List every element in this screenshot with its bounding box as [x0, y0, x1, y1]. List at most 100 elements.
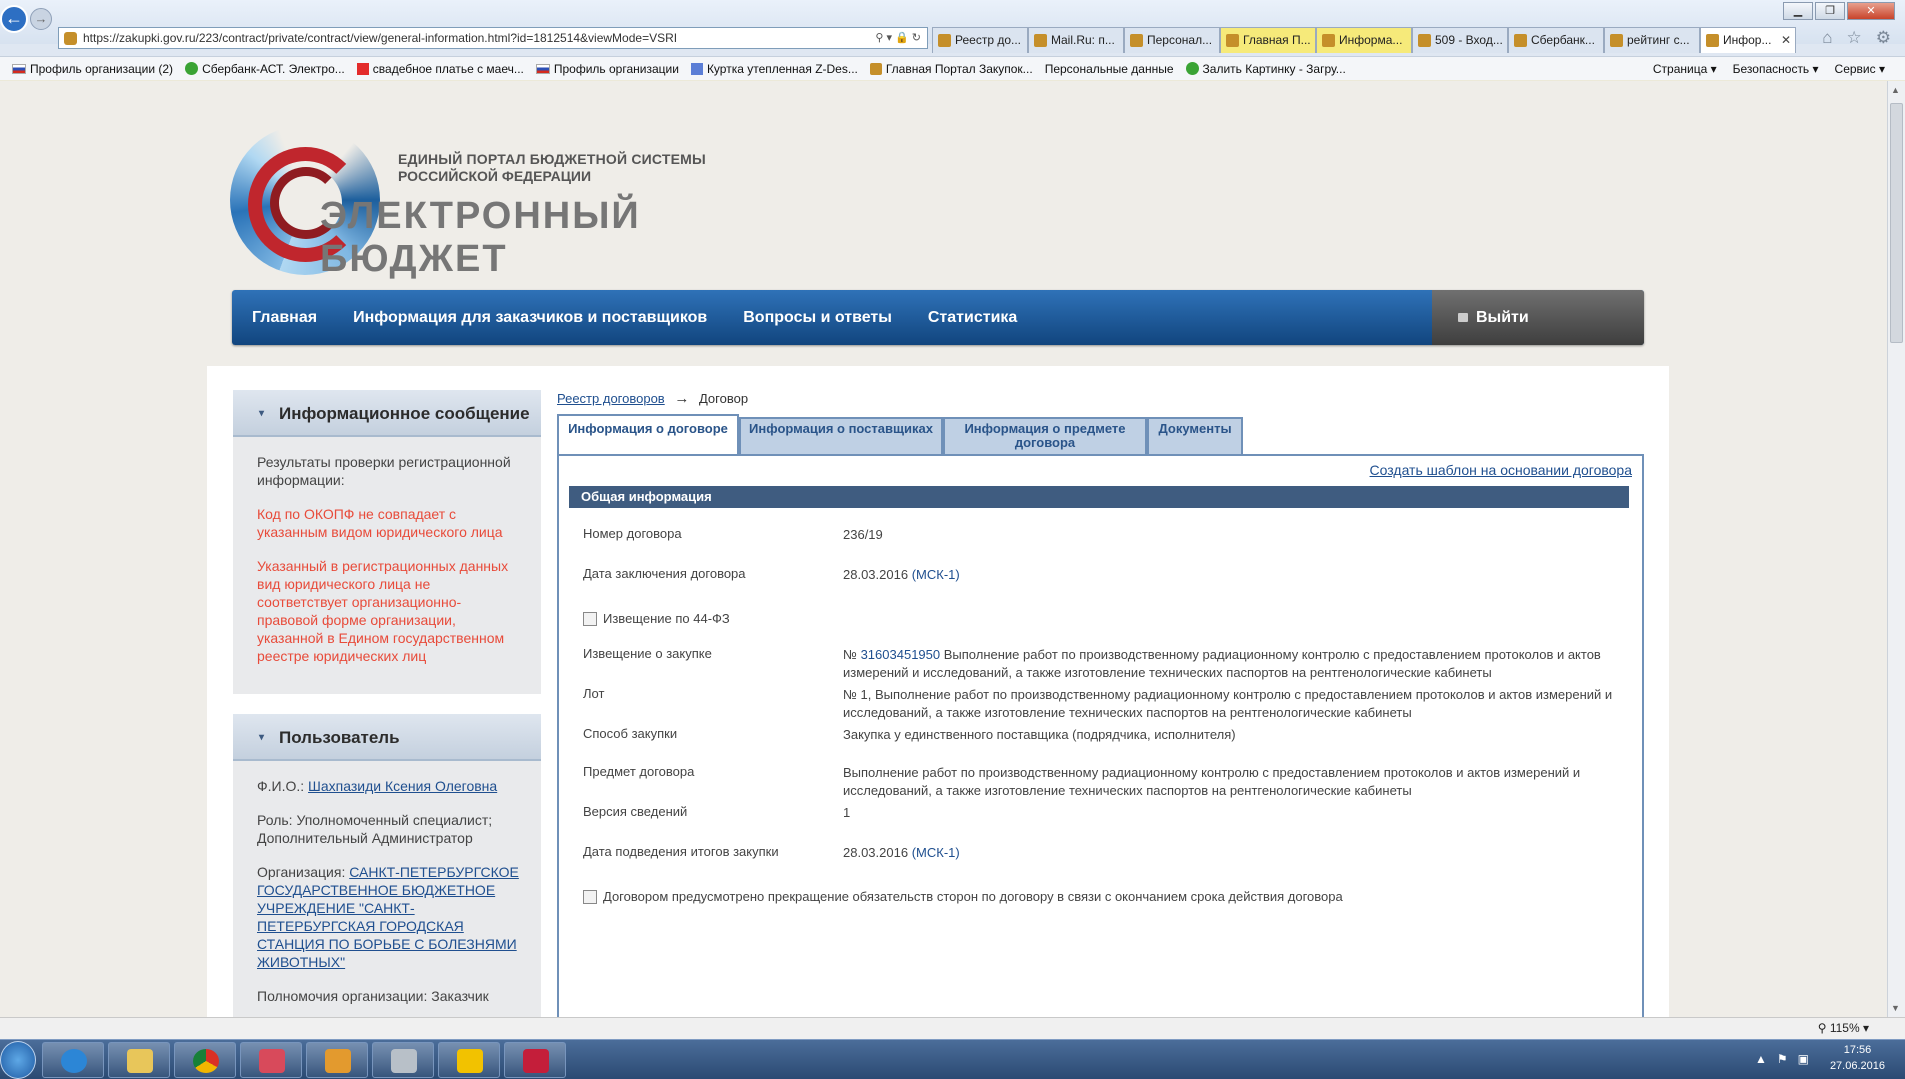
nav-item-info[interactable]: Информация для заказчиков и поставщиков — [353, 309, 707, 327]
restore-icon[interactable]: ❐ — [1815, 2, 1845, 20]
vertical-scrollbar[interactable]: ▲ ▼ — [1887, 81, 1905, 1017]
tab-subject-info[interactable]: Информация о предмете договора — [943, 417, 1147, 454]
taskbar-app-red-icon[interactable] — [240, 1042, 302, 1078]
clock[interactable]: 17:56 27.06.2016 — [1830, 1042, 1885, 1074]
field-label: Предмет договора — [583, 764, 695, 779]
browser-tab-label: рейтинг с... — [1627, 33, 1690, 47]
browser-tab-label: Персонал... — [1147, 33, 1213, 47]
field-value: 236/19 — [843, 527, 883, 542]
system-tray: ▲ ⚑ ▣ — [1755, 1052, 1809, 1066]
breadcrumb-registry-link[interactable]: Реестр договоров — [557, 391, 665, 406]
browser-tab[interactable]: 509 - Вход... — [1412, 27, 1508, 53]
tab-favicon-icon — [1034, 34, 1047, 47]
info-warning-2: Указанный в регистрационных данных вид ю… — [257, 558, 509, 664]
field-label: Лот — [583, 686, 605, 701]
clock-date: 27.06.2016 — [1829, 1060, 1885, 1072]
url-tools-icons[interactable]: ⚲ ▾ 🔒 ↻ — [875, 28, 921, 48]
favorite-link[interactable]: Профиль организации (2) — [12, 62, 173, 76]
minimize-icon[interactable]: ▁ — [1783, 2, 1813, 20]
taskbar-pdf-icon[interactable] — [504, 1042, 566, 1078]
settings-gear-icon[interactable]: ⚙ — [1876, 28, 1891, 48]
field-label: Способ закупки — [583, 726, 678, 741]
tab-documents[interactable]: Документы — [1147, 417, 1243, 454]
notice44-checkbox[interactable] — [583, 611, 597, 626]
site-favicon-icon — [64, 32, 77, 45]
notice-number-link[interactable]: 31603451950 — [861, 647, 941, 662]
zoom-level[interactable]: ⚲ 115% ▾ — [1818, 1021, 1869, 1035]
favorite-sberbank-icon — [185, 62, 199, 75]
browser-tab[interactable]: Информа... — [1316, 27, 1412, 53]
favorite-link[interactable]: Профиль организации — [535, 62, 679, 76]
notice44-checkbox-row: Извещение по 44-ФЗ — [583, 611, 730, 626]
nav-item-home[interactable]: Главная — [252, 309, 317, 327]
browser-tab[interactable]: Сбербанк... — [1508, 27, 1604, 53]
tab-suppliers-info[interactable]: Информация о поставщиках — [739, 417, 943, 454]
portal-logo[interactable]: ЕДИНЫЙ ПОРТАЛ БЮДЖЕТНОЙ СИСТЕМЫ РОССИЙСК… — [230, 125, 790, 280]
result-date-value: 28.03.2016 — [843, 845, 909, 860]
command-menu[interactable]: Сервис ▾ — [1835, 62, 1885, 76]
taskbar-tools-icon[interactable] — [372, 1042, 434, 1078]
logout-button[interactable]: Выйти — [1432, 290, 1644, 345]
contract-panel: Создать шаблон на основании договора Общ… — [557, 454, 1644, 1017]
nav-item-faq[interactable]: Вопросы и ответы — [743, 309, 892, 327]
favorite-link[interactable]: Куртка утепленная Z-Des... — [690, 62, 858, 76]
favorite-emblem-icon — [869, 62, 882, 75]
termination-checkbox[interactable] — [583, 889, 597, 904]
back-arrow-icon[interactable]: ← — [0, 5, 28, 33]
browser-tab[interactable]: Главная П... — [1220, 27, 1316, 53]
browser-tab[interactable]: Mail.Ru: п... — [1028, 27, 1124, 53]
favorite-label: Персональные данные — [1044, 61, 1174, 76]
tab-contract-info[interactable]: Информация о договоре — [557, 414, 739, 454]
command-menu[interactable]: Безопасность ▾ — [1733, 62, 1819, 76]
user-box-header[interactable]: ▾ Пользователь — [233, 714, 541, 761]
forward-arrow-icon[interactable]: → — [30, 8, 52, 30]
browser-tab[interactable]: Инфор... ✕ — [1700, 27, 1796, 53]
tab-favicon-icon — [938, 34, 951, 47]
favorite-link[interactable]: Главная Портал Закупок... — [869, 62, 1033, 76]
browser-tab[interactable]: рейтинг с... — [1604, 27, 1700, 53]
user-fio: Ф.И.О.: Шахпазиди Ксения Олеговна — [257, 777, 521, 795]
command-menu[interactable]: Страница ▾ — [1653, 62, 1717, 76]
status-bar: ⚲ 115% ▾ — [0, 1017, 1905, 1039]
user-box-title: Пользователь — [279, 728, 400, 747]
scroll-down-icon[interactable]: ▼ — [1891, 1003, 1900, 1013]
browser-tab[interactable]: Персонал... — [1124, 27, 1220, 53]
info-message-header[interactable]: ▾ Информационное сообщение — [233, 390, 541, 437]
scrollbar-thumb[interactable] — [1890, 103, 1903, 343]
notice-text: Выполнение работ по производственному ра… — [843, 647, 1601, 680]
tray-flag-icon[interactable]: ⚑ — [1777, 1052, 1788, 1066]
scroll-up-icon[interactable]: ▲ — [1891, 85, 1900, 95]
termination-checkbox-row: Договором предусмотрено прекращение обяз… — [583, 889, 1343, 904]
taskbar-1c-icon[interactable] — [438, 1042, 500, 1078]
tray-expand-icon[interactable]: ▲ — [1755, 1052, 1767, 1066]
nav-item-stats[interactable]: Статистика — [928, 309, 1017, 327]
taskbar-media-icon[interactable] — [306, 1042, 368, 1078]
close-window-icon[interactable]: ✕ — [1847, 2, 1895, 20]
favorite-link[interactable]: Персональные данные — [1045, 62, 1174, 76]
start-button-icon[interactable] — [0, 1041, 36, 1079]
logout-label: Выйти — [1476, 309, 1529, 326]
taskbar-chrome-icon[interactable] — [174, 1042, 236, 1078]
address-bar[interactable]: https://zakupki.gov.ru/223/contract/priv… — [58, 27, 928, 49]
create-template-link[interactable]: Создать шаблон на основании договора — [1370, 462, 1632, 478]
close-tab-icon[interactable]: ✕ — [1781, 28, 1791, 52]
favorite-flag-ru-icon — [535, 63, 550, 74]
favorites-star-icon[interactable]: ☆ — [1847, 28, 1862, 48]
home-icon[interactable]: ⌂ — [1822, 28, 1832, 48]
tray-network-icon[interactable]: ▣ — [1798, 1052, 1809, 1066]
browser-tab-label: Главная П... — [1243, 33, 1311, 47]
taskbar-ie-icon[interactable] — [42, 1042, 104, 1078]
notice-prefix: № — [843, 647, 857, 662]
zoom-value: 115% — [1829, 1021, 1860, 1035]
contract-tabs: Информация о договоре Информация о поста… — [557, 414, 1243, 454]
favorite-green-icon — [1185, 62, 1199, 75]
user-authority: Полномочия организации: Заказчик — [257, 988, 489, 1004]
taskbar-explorer-icon[interactable] — [108, 1042, 170, 1078]
browser-tab-label: Реестр до... — [955, 33, 1022, 47]
favorite-link[interactable]: Сбербанк-АСТ. Электро... — [185, 62, 345, 76]
browser-tab[interactable]: Реестр до... — [932, 27, 1028, 53]
favorite-link[interactable]: свадебное платье с маеч... — [356, 62, 524, 76]
favorite-link[interactable]: Залить Картинку - Загру... — [1185, 62, 1346, 76]
user-fio-link[interactable]: Шахпазиди Ксения Олеговна — [308, 778, 497, 794]
favorite-label: Профиль организации (2) — [30, 61, 174, 76]
